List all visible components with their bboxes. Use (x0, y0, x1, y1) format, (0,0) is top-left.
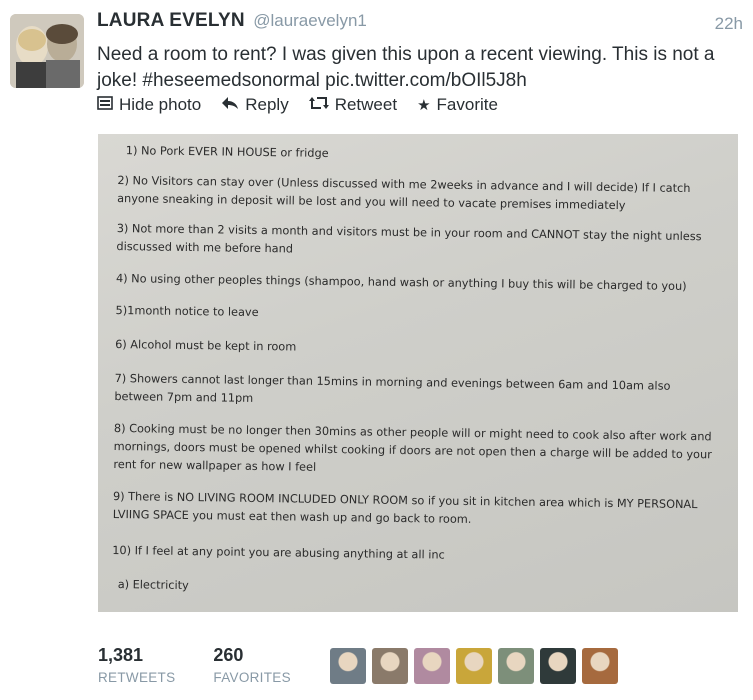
retweets-stat[interactable]: 1,381 RETWEETS (98, 645, 175, 685)
star-icon: ★ (417, 97, 431, 114)
photo-rule-6: 6) Alcohol must be kept in room (115, 337, 297, 354)
photo-rule-9: 9) There is NO LIVING ROOM INCLUDED ONLY… (112, 489, 698, 526)
favoriter-avatar-5[interactable] (498, 648, 534, 684)
favoriter-avatar-1[interactable] (330, 648, 366, 684)
tweet-text: Need a room to rent? I was given this up… (97, 44, 715, 91)
retweets-count: 1,381 (98, 645, 144, 665)
favorites-count: 260 (213, 645, 244, 665)
tweet-actions: Hide photo Reply Retweet ★ Favorite (97, 95, 498, 115)
favorite-button[interactable]: ★ Favorite (417, 95, 498, 115)
tweet-header: LAURA EVELYN @lauraevelyn1 (97, 10, 743, 40)
photo-rule-3: 3) Not more than 2 visits a month and vi… (116, 221, 702, 256)
favoriter-avatar-4[interactable] (456, 648, 492, 684)
favoriter-avatar-6[interactable] (540, 648, 576, 684)
retweet-label: Retweet (334, 95, 398, 114)
reply-label: Reply (245, 95, 289, 114)
photo-rule-10: 10) If I feel at any point you are abusi… (112, 543, 445, 562)
author-name[interactable]: LAURA EVELYN (97, 10, 245, 31)
photo-rule-1: 1) No Pork EVER IN HOUSE or fridge (125, 144, 329, 160)
favoriter-avatars (330, 648, 618, 684)
tweet-timestamp[interactable]: 22h (715, 14, 743, 34)
photo-rule-5: 5)1month notice to leave (115, 303, 259, 319)
hide-photo-label: Hide photo (119, 95, 202, 114)
reply-button[interactable]: Reply (221, 95, 289, 115)
favoriter-avatar-7[interactable] (582, 648, 618, 684)
photo-paper-text: 1) No Pork EVER IN HOUSE or fridge 2) No… (112, 138, 718, 602)
retweets-label: RETWEETS (98, 670, 176, 685)
favoriter-avatar-3[interactable] (414, 648, 450, 684)
photo-icon (97, 96, 113, 114)
favorites-label: FAVORITES (213, 670, 291, 685)
retweet-icon (308, 96, 329, 114)
photo-rule-7: 7) Showers cannot last longer than 15min… (114, 371, 671, 405)
author-avatar[interactable] (10, 14, 84, 88)
reply-arrow-icon (221, 96, 239, 114)
tweet-photo[interactable]: 1) No Pork EVER IN HOUSE or fridge 2) No… (98, 134, 738, 612)
tweet-stats: 1,381 RETWEETS 260 FAVORITES (98, 645, 291, 685)
author-handle[interactable]: @lauraevelyn1 (253, 11, 367, 30)
photo-rule-4: 4) No using other peoples things (shampo… (115, 271, 687, 293)
favoriter-avatar-2[interactable] (372, 648, 408, 684)
favorite-label: Favorite (436, 95, 498, 114)
photo-rule-2: 2) No Visitors can stay over (Unless dis… (117, 173, 691, 213)
retweet-button[interactable]: Retweet (308, 95, 398, 115)
hide-photo-button[interactable]: Hide photo (97, 95, 201, 115)
photo-rule-8: 8) Cooking must be no longer then 30mins… (113, 421, 712, 474)
favorites-stat[interactable]: 260 FAVORITES (213, 645, 290, 685)
photo-rule-10a: a) Electricity (117, 578, 189, 593)
